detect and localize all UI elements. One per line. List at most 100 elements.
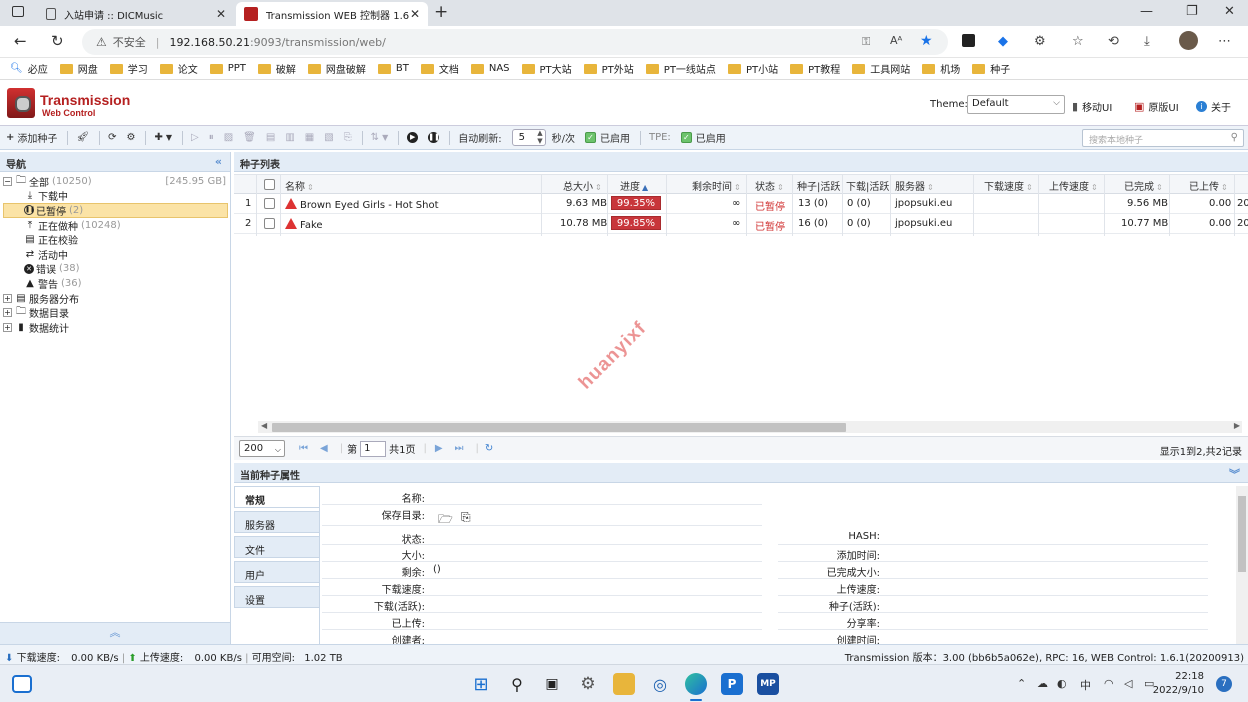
bookmark-folder[interactable]: 机场 xyxy=(922,61,960,76)
search-icon[interactable]: ⚲ xyxy=(506,673,528,695)
column-header-size[interactable]: 总大小 ⇕ xyxy=(563,178,602,193)
column-header-progress[interactable]: 进度 ▲ xyxy=(620,178,648,193)
column-header-eta[interactable]: 剩余时间 ⇕ xyxy=(692,178,741,193)
bookmark-folder[interactable]: PT外站 xyxy=(583,61,634,76)
vertical-scrollbar[interactable] xyxy=(1236,486,1248,644)
collapse-icon[interactable]: − xyxy=(3,176,12,186)
remove-button[interactable]: 🗑︎ xyxy=(243,132,256,143)
tab-peers[interactable]: 用户 xyxy=(234,561,320,583)
wifi-icon[interactable]: ◠ xyxy=(1104,677,1114,690)
bookmark-folder[interactable]: 论文 xyxy=(159,61,198,76)
chevron-up-icon[interactable]: ⌃ xyxy=(1017,677,1026,690)
recheck-button[interactable]: ▨ xyxy=(224,132,233,143)
maximize-button[interactable]: ❐ xyxy=(1186,4,1198,19)
nav-item-active[interactable]: ⇄ 活动中 xyxy=(3,247,228,262)
column-header-down-speed[interactable]: 下载速度 ⇕ xyxy=(984,178,1033,193)
rename-button[interactable]: ▤ xyxy=(266,132,275,143)
favorite-star-icon[interactable]: ★ xyxy=(920,33,933,49)
bookmark-folder[interactable]: 种子 xyxy=(972,61,1010,76)
start-icon[interactable]: ⊞ xyxy=(470,673,492,695)
move-button[interactable]: ▦ xyxy=(305,132,314,143)
app-tray-icon[interactable]: ◐ xyxy=(1057,677,1067,690)
label-button[interactable]: ▧ xyxy=(324,132,333,143)
bookmark-folder[interactable]: BT xyxy=(377,63,409,74)
favorites-icon[interactable]: ☆ xyxy=(1072,34,1084,49)
collapse-left-icon[interactable]: « xyxy=(215,155,222,168)
bookmark-folder[interactable]: 文档 xyxy=(420,61,459,76)
collapse-down-icon[interactable]: ︾ xyxy=(1229,466,1240,482)
close-icon[interactable]: ✕ xyxy=(410,7,420,21)
url-field[interactable]: ⚠ 不安全 | 192.168.50.21 :9093/transmission… xyxy=(82,29,948,55)
extensions-icon[interactable]: ⚙ xyxy=(1034,34,1046,49)
spinner-icon[interactable]: ▲ ▼ xyxy=(537,129,542,145)
nav-item-downloading[interactable]: ⤓ 下载中 xyxy=(3,189,228,203)
column-header-uploaded[interactable]: 已上传 ⇕ xyxy=(1189,178,1228,193)
close-icon[interactable]: ✕ xyxy=(216,7,226,21)
column-header-tracker[interactable]: 服务器 ⇕ xyxy=(895,178,934,193)
column-header-status[interactable]: 状态 ⇕ xyxy=(755,178,784,193)
notification-badge[interactable]: 7 xyxy=(1216,676,1232,692)
bookmark-folder[interactable]: 破解 xyxy=(257,61,296,76)
start-all-circle-button[interactable]: ▶ xyxy=(407,132,419,143)
table-row[interactable]: 2 Fake 10.78 MB 99.85% ∞ 已暂停 16 (0) 0 (0… xyxy=(234,214,1248,234)
nav-item-statistics[interactable]: + ▮ 数据统计 xyxy=(3,320,228,335)
p-app-icon[interactable]: P xyxy=(721,673,743,695)
theme-select[interactable]: Default ⌵ xyxy=(967,95,1065,114)
refresh-icon[interactable]: ↻ xyxy=(485,443,493,454)
refresh-interval-input[interactable]: 5 ▲ ▼ xyxy=(511,129,546,146)
edge-icon[interactable] xyxy=(685,673,707,695)
nav-item-checking[interactable]: ▤ 正在校验 xyxy=(3,232,228,247)
expand-icon[interactable]: + xyxy=(3,322,12,332)
copy-path-icon[interactable]: ⎘ xyxy=(461,510,471,525)
tab-general[interactable]: 常规 xyxy=(234,486,320,508)
more-icon[interactable]: ⋯ xyxy=(1218,34,1231,49)
horizontal-scrollbar[interactable]: ◀ ▶ xyxy=(258,421,1242,433)
column-header-up-speed[interactable]: 上传速度 ⇕ xyxy=(1049,178,1098,193)
pause-button[interactable]: ⏸︎ xyxy=(209,132,214,143)
minimize-button[interactable]: — xyxy=(1140,4,1153,19)
task-view-icon[interactable]: ▣ xyxy=(541,673,563,695)
tpe-toggle[interactable]: ✓ 已启用 xyxy=(680,130,726,145)
nav-item-all[interactable]: − 🗀︎ 全部 (10250) [245.95 GB] xyxy=(3,174,228,189)
start-all-button[interactable]: 🚀︎ xyxy=(76,132,89,143)
back-button[interactable]: ← xyxy=(14,32,27,50)
expand-icon[interactable]: + xyxy=(3,293,12,303)
tab-trackers[interactable]: 服务器 xyxy=(234,511,320,533)
mobile-ui-link[interactable]: ▮ 移动UI xyxy=(1072,99,1112,114)
bookmark-folder[interactable]: PPT xyxy=(209,63,246,74)
table-row[interactable]: 1 Brown Eyed Girls - Hot Shot 9.63 MB 99… xyxy=(234,194,1248,214)
first-page-icon[interactable]: ⏮︎ xyxy=(299,443,308,454)
volume-icon[interactable]: ◁ xyxy=(1124,677,1132,690)
page-number-input[interactable]: 1 xyxy=(360,440,387,457)
tab-files[interactable]: 文件 xyxy=(234,536,320,558)
avatar[interactable] xyxy=(1179,31,1198,50)
bookmark-folder[interactable]: 工具网站 xyxy=(852,61,910,76)
original-ui-link[interactable]: ▣ 原版UI xyxy=(1134,99,1179,114)
select-all-checkbox[interactable] xyxy=(264,179,275,190)
bookmark-folder[interactable]: NAS xyxy=(470,63,510,74)
add-torrent-button[interactable]: + 添加种子 xyxy=(6,130,57,145)
nav-item-servers[interactable]: + ▤ 服务器分布 xyxy=(3,291,228,306)
open-folder-icon[interactable]: 🗁︎ xyxy=(438,510,453,531)
last-page-icon[interactable]: ⏭︎ xyxy=(455,443,464,454)
tracker-button[interactable]: ▥ xyxy=(285,132,294,143)
widgets-icon[interactable] xyxy=(12,675,32,693)
column-header-peers[interactable]: 下载|活跃 xyxy=(846,178,889,193)
tab-actions-icon[interactable] xyxy=(12,6,24,17)
bookmark-folder[interactable]: 学习 xyxy=(109,61,148,76)
settings-button[interactable]: ⚙ xyxy=(126,132,135,143)
bookmark-folder[interactable]: PT一线站点 xyxy=(645,61,716,76)
scroll-left-icon[interactable]: ◀ xyxy=(261,421,267,430)
scrollbar-thumb[interactable] xyxy=(272,423,846,432)
key-icon[interactable]: ⚿ xyxy=(862,35,870,49)
column-header-seeds[interactable]: 种子|活跃 xyxy=(797,178,840,193)
extension-bookmark-icon[interactable]: ◆ xyxy=(998,34,1008,49)
bookmark-folder[interactable]: PT教程 xyxy=(790,61,840,76)
page-size-select[interactable]: 200 ⌵ xyxy=(239,440,285,457)
nav-item-warning[interactable]: ▲ 警告 (36) xyxy=(3,276,228,291)
browser-tab-transmission[interactable]: Transmission WEB 控制器 1.6.1 ✕ xyxy=(236,2,428,26)
auto-refresh-toggle[interactable]: ✓ 已启用 xyxy=(584,130,630,145)
bookmark-folder[interactable]: PT大站 xyxy=(521,61,572,76)
scroll-right-icon[interactable]: ▶ xyxy=(1234,421,1240,430)
local-search-input[interactable]: 搜索本地种子 ⚲ xyxy=(1082,129,1244,147)
